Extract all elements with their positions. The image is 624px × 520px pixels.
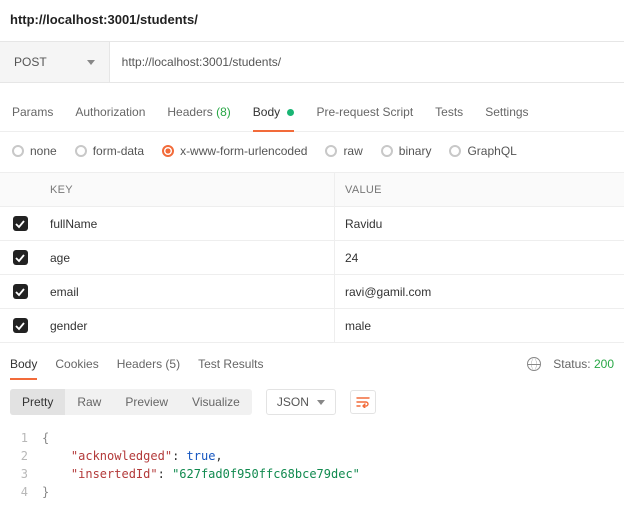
radio-icon <box>12 145 24 157</box>
value-cell[interactable]: male <box>335 309 624 342</box>
key-cell[interactable]: gender <box>40 309 335 342</box>
code-punc: , <box>215 449 222 463</box>
table-row: gender male <box>0 309 624 343</box>
url-text: http://localhost:3001/students/ <box>122 55 281 69</box>
radio-urlencoded-label: x-www-form-urlencoded <box>180 144 307 158</box>
request-title: http://localhost:3001/students/ <box>0 0 624 41</box>
tab-prerequest[interactable]: Pre-request Script <box>316 105 413 119</box>
code-key: "insertedId" <box>71 467 158 481</box>
method-dropdown[interactable]: POST <box>0 42 110 82</box>
tab-authorization[interactable]: Authorization <box>75 105 145 119</box>
tab-headers-label: Headers <box>167 105 212 119</box>
code-brace: { <box>42 431 49 445</box>
radio-none[interactable]: none <box>12 144 57 158</box>
method-label: POST <box>14 55 47 69</box>
radio-selected-icon <box>162 145 174 157</box>
code-bool: true <box>187 449 216 463</box>
line-number: 4 <box>10 483 28 501</box>
kv-header-key: KEY <box>40 173 335 206</box>
line-number: 3 <box>10 465 28 483</box>
status-value: 200 <box>594 357 614 371</box>
request-tabs: Params Authorization Headers (8) Body Pr… <box>0 83 624 132</box>
key-cell[interactable]: age <box>40 241 335 274</box>
resp-tab-headers-count: (5) <box>165 357 180 371</box>
table-row: email ravi@gamil.com <box>0 275 624 309</box>
code-punc: : <box>158 467 172 481</box>
radio-urlencoded[interactable]: x-www-form-urlencoded <box>162 144 307 158</box>
resp-tab-body[interactable]: Body <box>10 357 37 371</box>
resp-tab-headers[interactable]: Headers (5) <box>117 357 180 371</box>
status-label: Status: 200 <box>553 357 614 371</box>
request-bar: POST http://localhost:3001/students/ <box>0 41 624 83</box>
view-visualize[interactable]: Visualize <box>180 389 252 415</box>
response-body[interactable]: 1 { 2 "acknowledged": true, 3 "insertedId… <box>0 425 624 515</box>
radio-formdata-label: form-data <box>93 144 144 158</box>
resp-tab-testresults[interactable]: Test Results <box>198 357 263 371</box>
table-row: age 24 <box>0 241 624 275</box>
value-cell[interactable]: Ravidu <box>335 207 624 240</box>
key-cell[interactable]: email <box>40 275 335 308</box>
tab-tests[interactable]: Tests <box>435 105 463 119</box>
key-cell[interactable]: fullName <box>40 207 335 240</box>
kv-header-value: VALUE <box>335 173 624 206</box>
tab-body-label: Body <box>253 105 280 119</box>
globe-icon[interactable] <box>527 357 541 371</box>
resp-tab-headers-label: Headers <box>117 357 162 371</box>
table-row: fullName Ravidu <box>0 207 624 241</box>
view-preview[interactable]: Preview <box>113 389 180 415</box>
radio-graphql-label: GraphQL <box>467 144 516 158</box>
tab-settings[interactable]: Settings <box>485 105 528 119</box>
radio-icon <box>381 145 393 157</box>
view-pretty[interactable]: Pretty <box>10 389 65 415</box>
kv-header-row: KEY VALUE <box>0 173 624 207</box>
wrap-lines-button[interactable] <box>350 390 376 414</box>
row-checkbox[interactable] <box>13 250 28 265</box>
line-number: 2 <box>10 447 28 465</box>
response-tab-bar: Body Cookies Headers (5) Test Results St… <box>0 343 624 379</box>
value-cell[interactable]: ravi@gamil.com <box>335 275 624 308</box>
chevron-down-icon <box>317 400 325 405</box>
radio-raw[interactable]: raw <box>325 144 362 158</box>
row-checkbox[interactable] <box>13 284 28 299</box>
tab-body[interactable]: Body <box>253 105 295 119</box>
tab-params[interactable]: Params <box>12 105 53 119</box>
radio-icon <box>449 145 461 157</box>
view-mode-segment: Pretty Raw Preview Visualize <box>10 389 252 415</box>
dot-indicator-icon <box>287 109 294 116</box>
radio-binary[interactable]: binary <box>381 144 432 158</box>
wrap-icon <box>356 396 370 408</box>
lang-label: JSON <box>277 395 309 409</box>
lang-dropdown[interactable]: JSON <box>266 389 336 415</box>
value-cell[interactable]: 24 <box>335 241 624 274</box>
code-punc: : <box>172 449 186 463</box>
body-type-radios: none form-data x-www-form-urlencoded raw… <box>0 132 624 172</box>
code-key: "acknowledged" <box>71 449 172 463</box>
code-indent <box>42 467 71 481</box>
radio-icon <box>325 145 337 157</box>
line-number: 1 <box>10 429 28 447</box>
row-checkbox[interactable] <box>13 318 28 333</box>
chevron-down-icon <box>87 60 95 65</box>
status-label-text: Status: <box>553 357 590 371</box>
response-view-bar: Pretty Raw Preview Visualize JSON <box>0 379 624 425</box>
code-brace: } <box>42 485 49 499</box>
row-checkbox[interactable] <box>13 216 28 231</box>
kv-header-checkbox <box>0 173 40 206</box>
kv-table: KEY VALUE fullName Ravidu age 24 email r… <box>0 172 624 343</box>
tab-headers-count: (8) <box>216 105 231 119</box>
radio-none-label: none <box>30 144 57 158</box>
resp-tab-cookies[interactable]: Cookies <box>55 357 98 371</box>
radio-raw-label: raw <box>343 144 362 158</box>
radio-formdata[interactable]: form-data <box>75 144 144 158</box>
code-indent <box>42 449 71 463</box>
radio-icon <box>75 145 87 157</box>
radio-graphql[interactable]: GraphQL <box>449 144 516 158</box>
radio-binary-label: binary <box>399 144 432 158</box>
view-raw[interactable]: Raw <box>65 389 113 415</box>
url-input[interactable]: http://localhost:3001/students/ <box>110 42 624 82</box>
code-string: "627fad0f950ffc68bce79dec" <box>172 467 360 481</box>
tab-headers[interactable]: Headers (8) <box>167 105 230 119</box>
